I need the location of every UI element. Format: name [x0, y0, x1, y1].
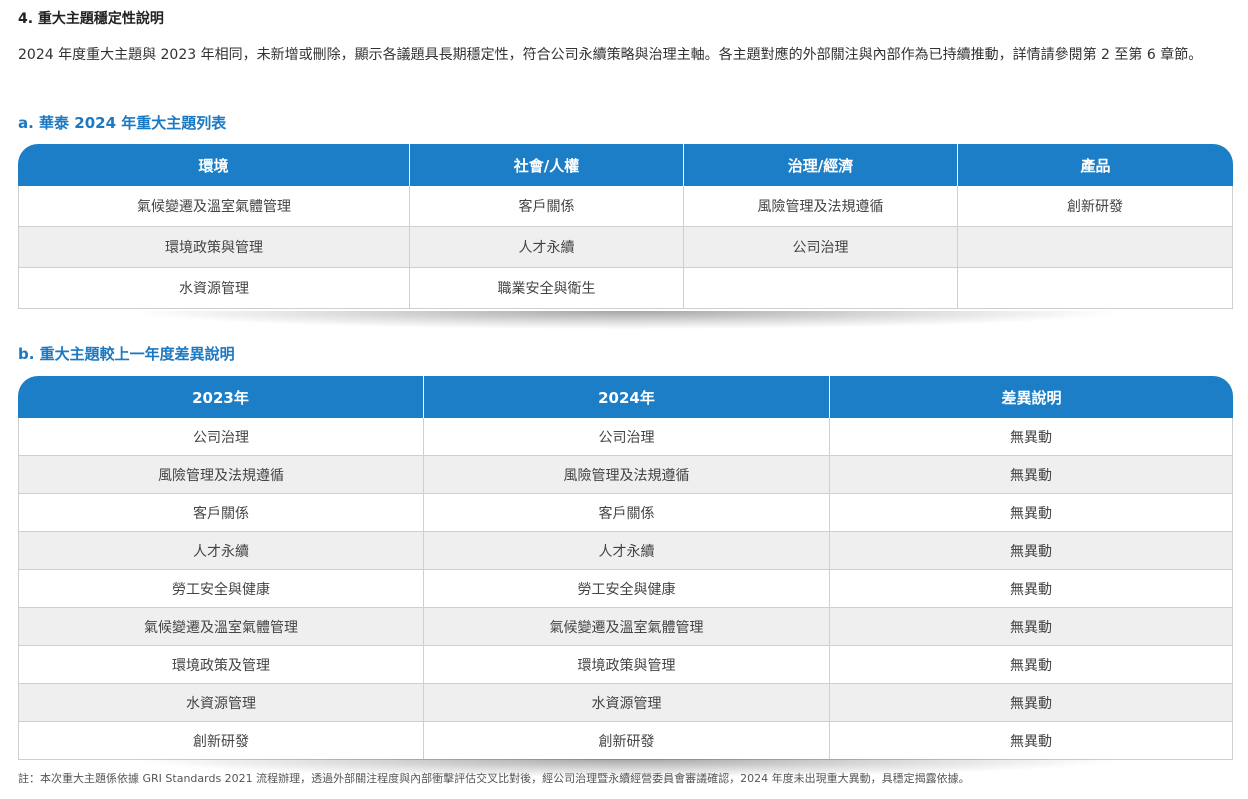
table-cell — [684, 268, 958, 309]
table-cell: 無異動 — [830, 570, 1233, 608]
table-cell: 創新研發 — [424, 722, 830, 760]
table-cell: 公司治理 — [424, 418, 830, 456]
table-cell — [958, 268, 1233, 309]
differences-table: 2023年 2024年 差異說明 公司治理 公司治理 無異動 風險管理及法規遵循 風險管理及法… — [18, 376, 1233, 760]
table-cell: 公司治理 — [18, 418, 424, 456]
section-title: 4. 重大主題穩定性說明 — [18, 11, 164, 27]
table-cell: 環境政策與管理 — [424, 646, 830, 684]
table-cell: 客戶關係 — [424, 494, 830, 532]
table-cell: 無異動 — [830, 608, 1233, 646]
column-header: 差異說明 — [1001, 388, 1062, 407]
table-row: 環境政策與管理 人才永續 公司治理 — [18, 227, 1233, 268]
table-cell: 勞工安全與健康 — [424, 570, 830, 608]
table-cell: 無異動 — [830, 684, 1233, 722]
table-cell: 公司治理 — [684, 227, 958, 268]
table-cell: 水資源管理 — [18, 684, 424, 722]
table-cell: 無異動 — [830, 456, 1233, 494]
table-cell: 人才永續 — [424, 532, 830, 570]
table-row: 環境政策及管理 環境政策與管理 無異動 — [18, 646, 1233, 684]
table-a-shadow — [138, 311, 1113, 329]
table-a-title: a. 華泰 2024 年重大主題列表 — [18, 114, 227, 132]
table-row: 水資源管理 水資源管理 無異動 — [18, 684, 1233, 722]
table-cell: 無異動 — [830, 646, 1233, 684]
table-cell: 環境政策及管理 — [18, 646, 424, 684]
table-cell: 氣候變遷及溫室氣體管理 — [424, 608, 830, 646]
table-row: 氣候變遷及溫室氣體管理 客戶關係 風險管理及法規遵循 創新研發 — [18, 186, 1233, 227]
table-cell: 水資源管理 — [18, 268, 410, 309]
table-header: 2023年 2024年 差異說明 — [18, 376, 1233, 418]
table-row: 客戶關係 客戶關係 無異動 — [18, 494, 1233, 532]
table-cell: 風險管理及法規遵循 — [18, 456, 424, 494]
column-header: 環境 — [18, 144, 410, 186]
table-cell: 無異動 — [830, 722, 1233, 760]
material-topics-table: 環境 社會/人權 治理/經濟 產品氣候變遷及溫室氣體管理 客戶關係 風險管理及法規遵循 創新… — [18, 144, 1233, 309]
table-cell: 客戶關係 — [410, 186, 684, 227]
table-header: 環境 社會/人權 治理/經濟 產品 — [18, 144, 1233, 186]
column-header: 治理/經濟 — [684, 144, 958, 186]
table-cell: 水資源管理 — [424, 684, 830, 722]
table-row: 公司治理 公司治理 無異動 — [18, 418, 1233, 456]
table-cell: 氣候變遷及溫室氣體管理 — [18, 186, 410, 227]
table-row: 創新研發 創新研發 無異動 — [18, 722, 1233, 760]
table-row: 風險管理及法規遵循 風險管理及法規遵循 無異動 — [18, 456, 1233, 494]
table-cell: 創新研發 — [958, 186, 1233, 227]
table-cell: 環境政策與管理 — [18, 227, 410, 268]
table-cell — [958, 227, 1233, 268]
table-cell: 風險管理及法規遵循 — [684, 186, 958, 227]
column-header: 社會/人權 — [410, 144, 684, 186]
table-cell: 創新研發 — [18, 722, 424, 760]
table-cell: 無異動 — [830, 532, 1233, 570]
table-row: 水資源管理 職業安全與衛生 — [18, 268, 1233, 309]
table-cell: 氣候變遷及溫室氣體管理 — [18, 608, 424, 646]
table-row: 人才永續 人才永續 無異動 — [18, 532, 1233, 570]
column-header: 產品 — [1080, 156, 1111, 175]
table-cell: 風險管理及法規遵循 — [424, 456, 830, 494]
table-row: 氣候變遷及溫室氣體管理 氣候變遷及溫室氣體管理 無異動 — [18, 608, 1233, 646]
table-row: 勞工安全與健康 勞工安全與健康 無異動 — [18, 570, 1233, 608]
table-cell: 職業安全與衛生 — [410, 268, 684, 309]
intro-paragraph: 2024 年度重大主題與 2023 年相同，未新增或刪除，顯示各議題具長期穩定性… — [18, 47, 1203, 63]
table-cell: 人才永續 — [18, 532, 424, 570]
table-cell: 人才永續 — [410, 227, 684, 268]
table-b-title: b. 重大主題較上一年度差異說明 — [18, 345, 235, 363]
column-header: 2023年 — [18, 376, 424, 418]
table-cell: 無異動 — [830, 418, 1233, 456]
table-cell: 勞工安全與健康 — [18, 570, 424, 608]
table-cell: 客戶關係 — [18, 494, 424, 532]
table-cell: 無異動 — [830, 494, 1233, 532]
column-header: 2024年 — [424, 376, 830, 418]
footnote: 註：本次重大主題係依據 GRI Standards 2021 流程辦理，透過外部… — [18, 772, 970, 785]
